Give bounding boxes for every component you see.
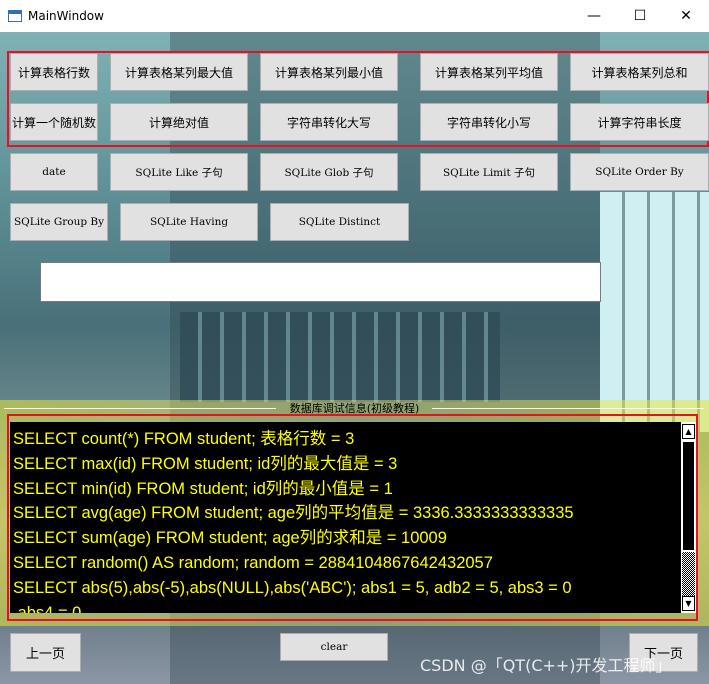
scroll-up-arrow-icon[interactable]: ▲ [682,424,695,439]
avg-value-button[interactable]: 计算表格某列平均值 [420,53,558,91]
abs-button[interactable]: 计算绝对值 [110,103,248,141]
group-by-button[interactable]: SQLite Group By [10,203,108,241]
length-button[interactable]: 计算字符串长度 [570,103,709,141]
limit-button[interactable]: SQLite Limit 子句 [420,153,558,191]
minimize-button[interactable]: — [571,0,617,32]
vertical-scrollbar[interactable]: ▲ ▼ [681,422,696,613]
scrollbar-thumb[interactable] [682,441,695,551]
scrollbar-track[interactable] [682,552,695,596]
console-line: SELECT avg(age) FROM student; age列的平均值是 … [13,504,574,523]
app-icon [8,10,22,22]
upper-button[interactable]: 字符串转化大写 [260,103,398,141]
console-line: SELECT abs(5),abs(-5),abs(NULL),abs('ABC… [13,578,572,597]
watermark: CSDN @「QT(C++)开发工程师」 [420,656,672,675]
console-lines: SELECT count(*) FROM student; 表格行数 = 3 S… [13,427,675,613]
console-line: SELECT sum(age) FROM student; age列的求和是 =… [13,529,447,548]
title-bar: MainWindow — ☐ ✕ [0,0,709,32]
sum-button[interactable]: 计算表格某列总和 [570,53,709,91]
random-button[interactable]: 计算一个随机数 [10,103,98,141]
distinct-button[interactable]: SQLite Distinct [270,203,409,241]
max-value-button[interactable]: 计算表格某列最大值 [110,53,248,91]
background-shelf [180,312,500,402]
debug-console[interactable]: SELECT count(*) FROM student; 表格行数 = 3 S… [10,422,696,613]
glob-button[interactable]: SQLite Glob 子句 [260,153,398,191]
having-button[interactable]: SQLite Having [120,203,258,241]
order-by-button[interactable]: SQLite Order By [570,153,709,191]
console-line: SELECT max(id) FROM student; id列的最大值是 = … [13,454,398,473]
window-title: MainWindow [28,9,104,23]
count-rows-button[interactable]: 计算表格行数 [10,53,98,91]
scroll-down-arrow-icon[interactable]: ▼ [682,596,695,611]
console-line: abs4 = 0 [13,603,82,613]
close-button[interactable]: ✕ [663,0,709,32]
maximize-button[interactable]: ☐ [617,0,663,32]
sql-input[interactable] [40,262,601,302]
console-line: SELECT count(*) FROM student; 表格行数 = 3 [13,430,355,448]
background-window [600,192,709,432]
like-button[interactable]: SQLite Like 子句 [110,153,248,191]
min-value-button[interactable]: 计算表格某列最小值 [260,53,398,91]
date-button[interactable]: date [10,153,98,191]
console-line: SELECT min(id) FROM student; id列的最小值是 = … [13,479,393,498]
console-line: SELECT random() AS random; random = 2884… [13,553,493,572]
lower-button[interactable]: 字符串转化小写 [420,103,558,141]
prev-page-button[interactable]: 上一页 [10,633,81,672]
clear-button[interactable]: clear [280,633,388,661]
main-window-client: 计算表格行数 计算表格某列最大值 计算表格某列最小值 计算表格某列平均值 计算表… [0,32,709,684]
